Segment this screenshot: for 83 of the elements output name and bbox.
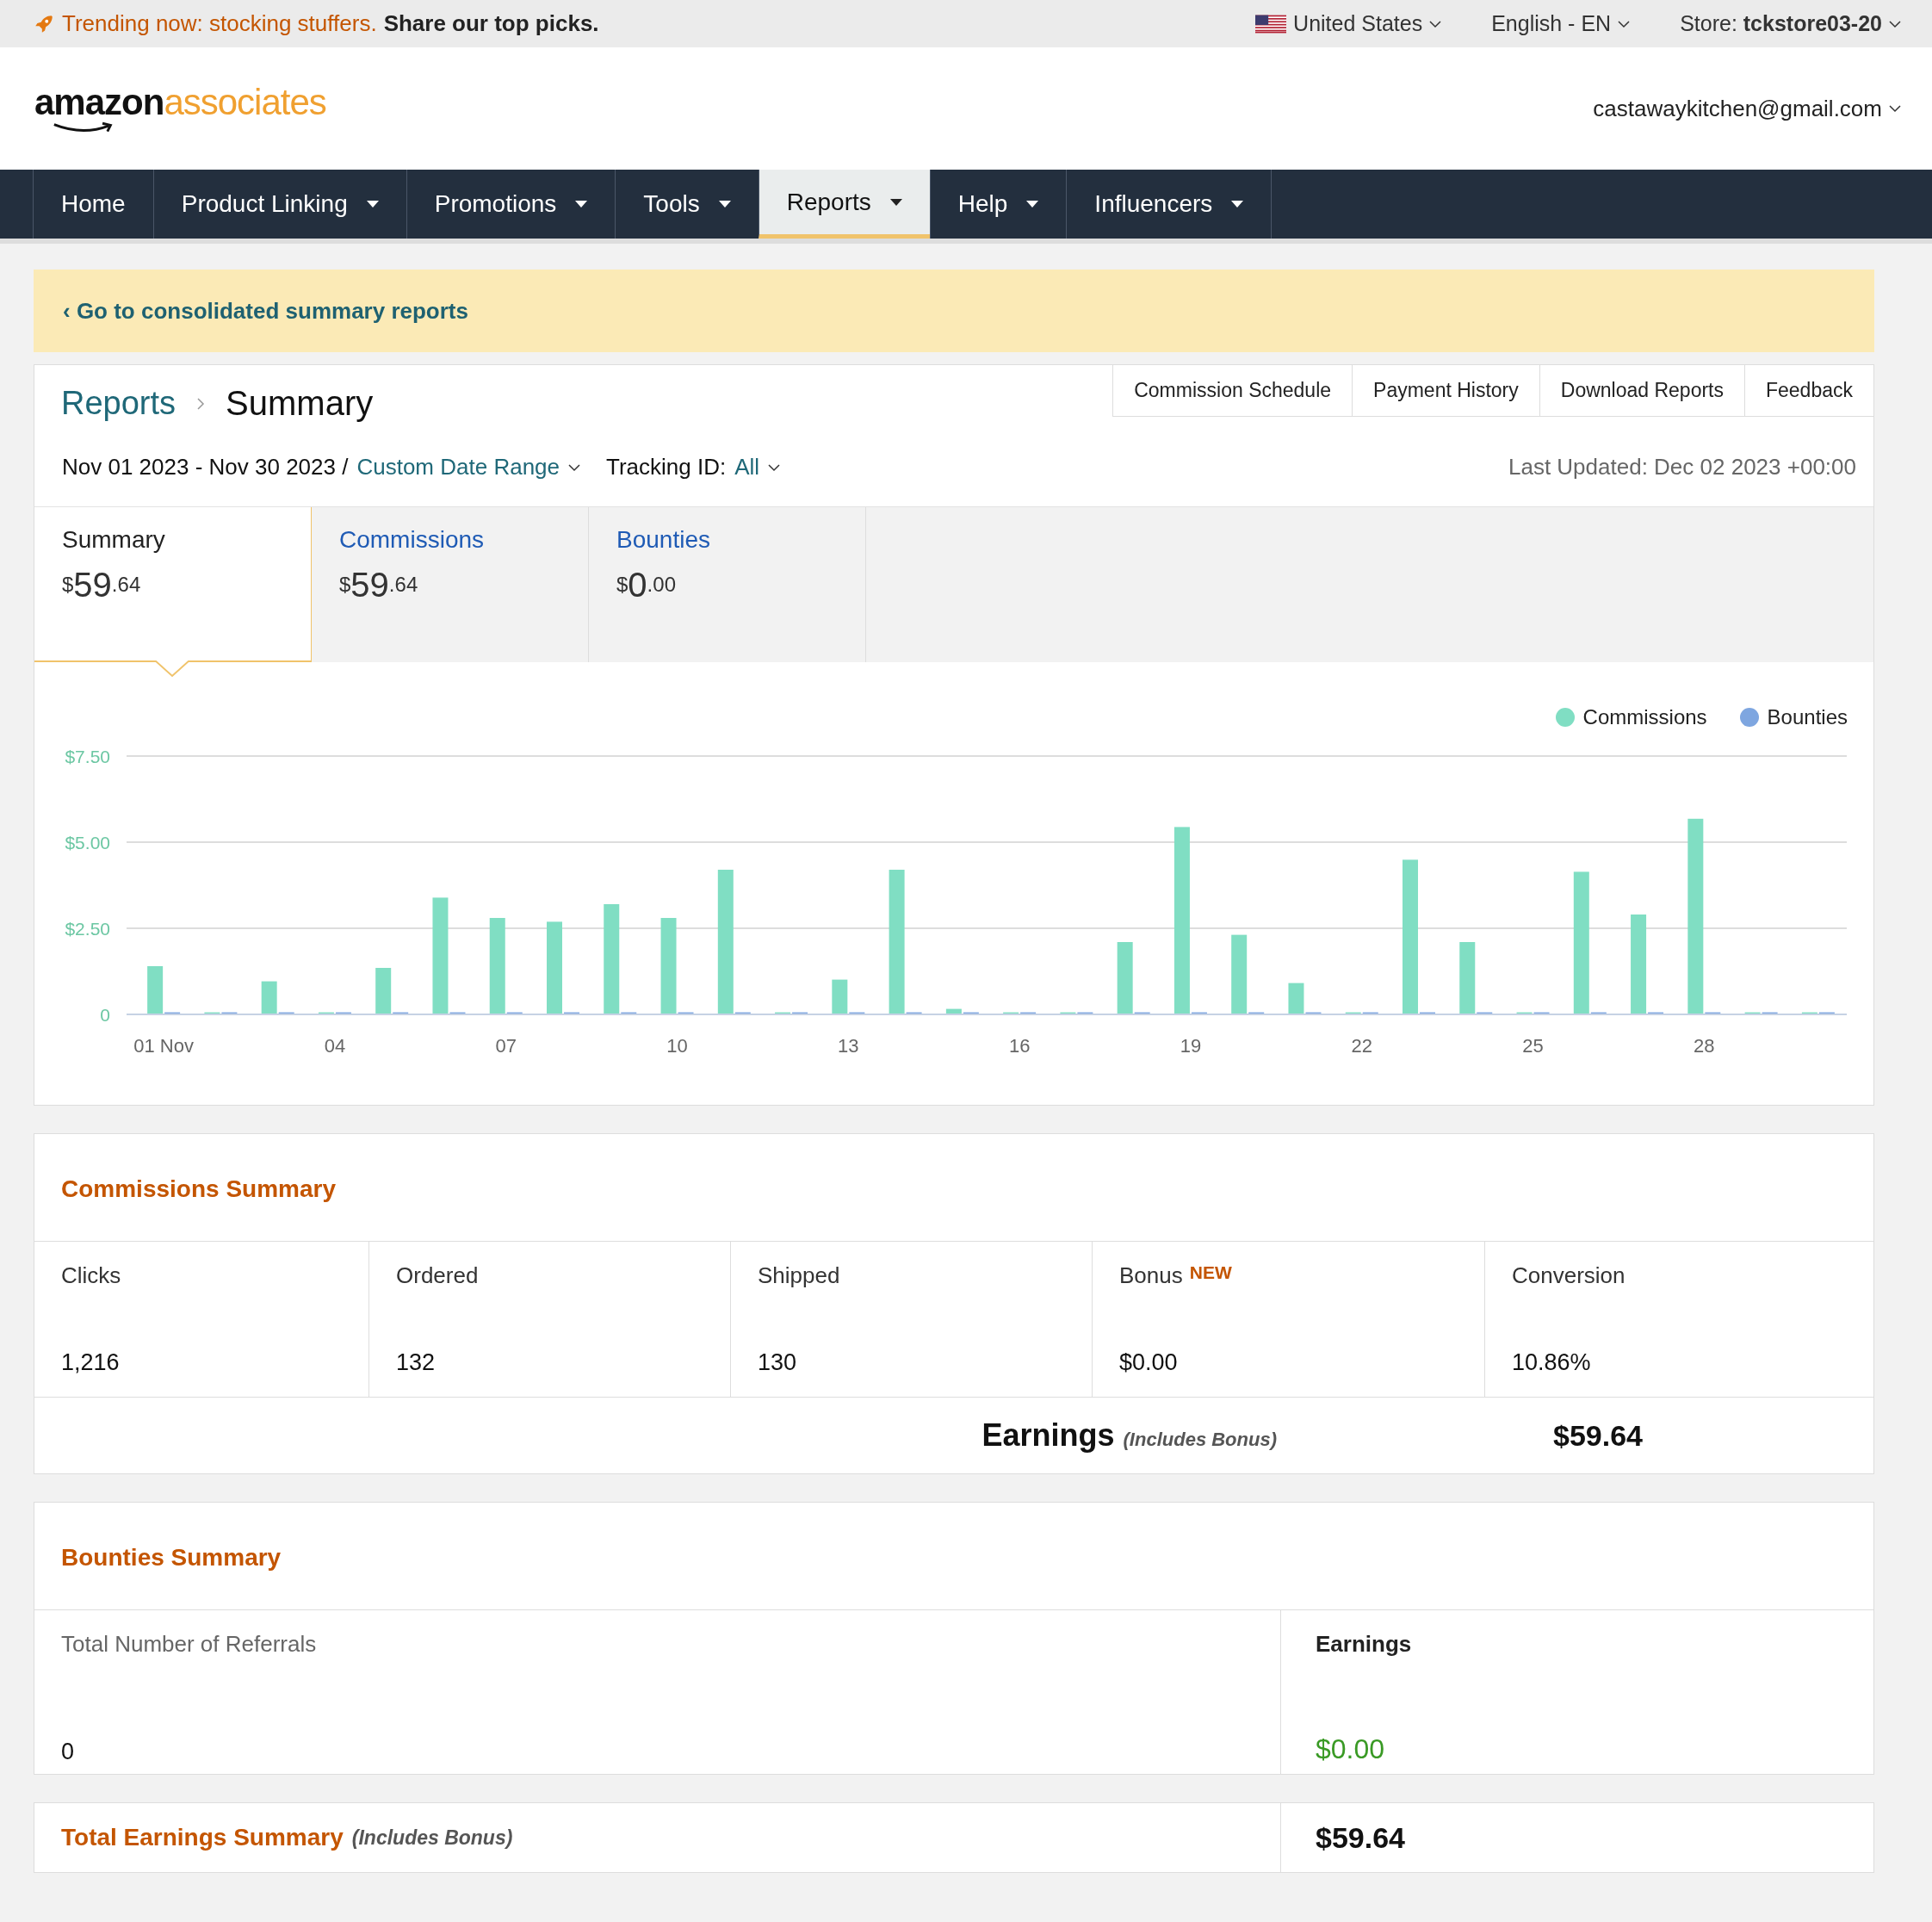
x-axis-label: 01 Nov — [133, 1035, 194, 1057]
nav-tab[interactable]: Reports — [758, 170, 930, 239]
summary-tab[interactable]: Bounties $^{$}$0$^{.00}$ — [589, 507, 866, 662]
caret-icon — [366, 201, 379, 208]
caret-icon — [1231, 201, 1244, 208]
x-axis-label: 04 — [324, 1035, 346, 1057]
x-axis-label: 19 — [1180, 1035, 1202, 1057]
breadcrumb-link[interactable]: Reports — [61, 385, 176, 422]
caret-icon — [889, 198, 902, 206]
nav-tab[interactable]: Influencers — [1066, 170, 1273, 239]
legend-label: Bounties — [1767, 705, 1848, 729]
stat-label: Clicks — [61, 1262, 121, 1289]
nav-tab[interactable]: Help — [929, 170, 1067, 239]
utility-link[interactable]: Store: tckstore03-20 — [1680, 11, 1882, 36]
section-title: Commissions Summary — [34, 1134, 1873, 1242]
page-title: Summary — [226, 384, 374, 423]
utility-link[interactable]: United States — [1293, 11, 1423, 36]
report-action-button[interactable]: Payment History — [1353, 365, 1540, 417]
utility-link[interactable]: English - EN — [1491, 11, 1612, 36]
caret-icon — [1026, 201, 1039, 208]
section-title: Total Earnings Summary — [61, 1824, 344, 1851]
tracking-id-dropdown[interactable]: All — [734, 454, 760, 480]
total-earnings-value: $59.64 — [1315, 1820, 1405, 1856]
consolidated-reports-link[interactable]: ‹ Go to consolidated summary reports — [63, 297, 468, 325]
nav-tab[interactable]: Product Linking — [152, 170, 406, 239]
y-axis-label: $2.50 — [65, 919, 110, 939]
amazon-associates-logo[interactable]: amazonassociates — [34, 82, 326, 135]
stat-label: Total Number of Referrals — [61, 1631, 318, 1658]
date-range-dropdown[interactable]: Custom Date Range — [356, 454, 560, 480]
y-axis-label: $5.00 — [65, 833, 110, 852]
stat-label: Conversion — [1512, 1262, 1625, 1289]
stat-label: Earnings — [1316, 1631, 1412, 1658]
x-axis-label: 10 — [666, 1035, 688, 1057]
legend-label: Commissions — [1582, 705, 1707, 729]
x-axis-label: 22 — [1351, 1035, 1372, 1057]
stat-value: 130 — [758, 1349, 798, 1376]
promo-headline: Trending now: stocking stuffers. — [62, 10, 377, 37]
y-axis-label: 0 — [100, 1005, 110, 1025]
chevron-down-icon — [1889, 19, 1901, 28]
last-updated: Last Updated: Dec 02 2023 +00:00 — [1508, 454, 1856, 480]
caret-icon — [575, 201, 588, 208]
x-axis-label: 28 — [1694, 1035, 1715, 1057]
stat-label: Shipped — [758, 1262, 840, 1289]
chevron-down-icon — [1618, 19, 1631, 28]
chevron-right-icon — [196, 396, 206, 411]
stat-value: 0 — [61, 1739, 76, 1765]
chevron-down-icon — [1429, 19, 1442, 28]
chevron-down-icon — [1889, 104, 1901, 113]
stat-value: $0.00 — [1316, 1733, 1386, 1765]
nav-tab[interactable]: Home — [33, 170, 153, 239]
section-title: Bounties Summary — [34, 1503, 1873, 1610]
chevron-down-icon — [768, 462, 781, 472]
account-menu[interactable]: castawaykitchen@gmail.com — [1593, 95, 1882, 122]
report-action-button[interactable]: Commission Schedule — [1112, 365, 1353, 417]
stat-value: 1,216 — [61, 1349, 121, 1376]
stat-value: 10.86% — [1512, 1349, 1592, 1376]
nav-tab[interactable]: Promotions — [406, 170, 616, 239]
new-label: NEW — [1189, 1262, 1232, 1283]
stat-label: Ordered — [396, 1262, 479, 1289]
earnings-note: (Includes Bonus) — [1123, 1429, 1277, 1451]
stat-value: 132 — [396, 1349, 437, 1376]
tab-pointer — [155, 660, 189, 678]
total-note: (Includes Bonus) — [351, 1826, 513, 1850]
earnings-label: Earnings — [981, 1417, 1115, 1454]
x-axis-label: 07 — [495, 1035, 517, 1057]
caret-icon — [718, 201, 731, 208]
tracking-id-label: Tracking ID: — [606, 454, 727, 480]
stat-label: Bonus — [1119, 1262, 1183, 1289]
stat-value: $0.00 — [1119, 1349, 1179, 1376]
earnings-value: $59.64 — [1553, 1418, 1643, 1453]
x-axis-label: 25 — [1522, 1035, 1544, 1057]
nav-tab[interactable]: Tools — [615, 170, 759, 239]
promo-link[interactable]: Share our top picks. — [383, 10, 599, 37]
date-range: Nov 01 2023 - Nov 30 2023 / — [62, 454, 349, 480]
y-axis-label: $7.50 — [65, 747, 110, 766]
report-action-button[interactable]: Download Reports — [1539, 365, 1745, 417]
chevron-down-icon — [568, 462, 580, 472]
x-axis-label: 16 — [1008, 1035, 1031, 1057]
bar — [564, 1012, 579, 1014]
bar — [1420, 1012, 1435, 1014]
summary-tab[interactable]: Commissions $^{$}$59$^{.64}$ — [312, 507, 589, 662]
flag-icon — [1255, 14, 1287, 34]
x-axis-label: 13 — [838, 1035, 859, 1057]
